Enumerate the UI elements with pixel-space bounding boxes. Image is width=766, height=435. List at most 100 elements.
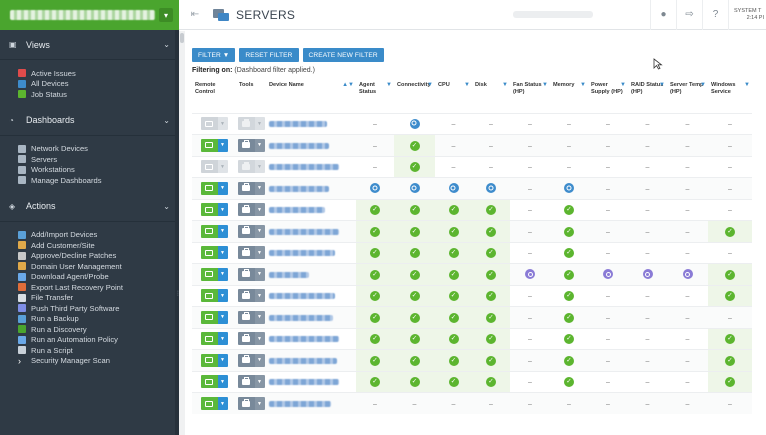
status-ok-icon[interactable]: ✓ <box>564 226 574 237</box>
status-ok-icon[interactable]: ✓ <box>564 334 574 345</box>
status-cell[interactable] <box>628 263 667 285</box>
status-ok-icon[interactable]: ✓ <box>370 269 380 280</box>
status-cell[interactable]: ✓ <box>550 198 588 221</box>
device-name-cell[interactable] <box>266 177 356 199</box>
status-ok-icon[interactable]: ✓ <box>486 205 496 216</box>
remote-control-button[interactable]: ▼ <box>200 203 228 217</box>
sidebar-item-manage-dashboards[interactable]: Manage Dashboards <box>0 175 179 186</box>
sidebar-item-active-issues[interactable]: Active Issues <box>0 68 179 79</box>
status-ok-icon[interactable]: ✓ <box>409 205 420 216</box>
table-row[interactable]: ▼ ▼ – – – – – – – – – <box>192 112 752 135</box>
reset-filter-button[interactable]: RESET FILTER <box>239 48 299 62</box>
remote-control-button[interactable]: ▼ <box>200 224 228 238</box>
sidebar-item-run-a-backup[interactable]: Run a Backup <box>0 314 179 325</box>
status-ok-icon[interactable]: ✓ <box>409 269 420 280</box>
column-header-agent-status[interactable]: Agent Status ▼ <box>356 78 394 113</box>
status-ok-icon[interactable]: ✓ <box>448 291 459 302</box>
status-cell[interactable]: ✓ <box>356 327 394 350</box>
chevron-down-icon[interactable]: ▼ <box>217 117 228 131</box>
device-name-link-blurred[interactable] <box>269 228 339 235</box>
status-ok-icon[interactable]: ✓ <box>564 377 574 388</box>
status-ok-icon[interactable]: ✓ <box>409 334 420 345</box>
tools-button[interactable]: ▼ <box>237 181 265 195</box>
status-cell[interactable] <box>356 177 394 199</box>
status-cell[interactable]: ✓ <box>394 349 435 371</box>
remote-control-button[interactable]: ▼ <box>200 375 228 389</box>
filter-funnel-icon[interactable]: ▼ <box>386 82 392 89</box>
status-ok-icon[interactable]: ✓ <box>725 291 735 302</box>
status-cell[interactable]: ✓ <box>472 306 510 328</box>
tools-button[interactable]: ▼ <box>237 224 265 238</box>
status-cell[interactable]: ✓ <box>435 349 472 371</box>
column-header-tools[interactable]: Tools <box>236 78 266 113</box>
device-name-link-blurred[interactable] <box>269 207 325 214</box>
status-pending-icon[interactable] <box>409 183 420 194</box>
status-ok-icon[interactable]: ✓ <box>486 377 496 388</box>
status-ok-icon[interactable]: ✓ <box>448 226 459 237</box>
status-cell[interactable]: ✓ <box>550 327 588 350</box>
device-name-cell[interactable] <box>266 241 356 264</box>
table-row[interactable]: ▼ ▼ ✓ ✓ ✓ ✓ – ✓ – – – ✓ <box>192 220 752 242</box>
filter-funnel-icon[interactable]: ▼ <box>700 82 706 89</box>
column-header-device-name[interactable]: Device Name ▲▼ <box>266 78 356 113</box>
status-ok-icon[interactable]: ✓ <box>564 291 574 302</box>
remote-control-button[interactable]: ▼ <box>200 397 228 410</box>
sidebar-item-run-a-discovery[interactable]: Run a Discovery <box>0 324 179 335</box>
status-ok-icon[interactable]: ✓ <box>370 312 380 323</box>
status-cell[interactable]: ✓ <box>394 220 435 242</box>
filter-funnel-icon[interactable]: ▼ <box>744 82 750 89</box>
content-scrollbar[interactable] <box>179 31 185 435</box>
sidebar-item-job-status[interactable]: Job Status <box>0 89 179 100</box>
remote-control-button[interactable]: ▼ <box>200 181 228 195</box>
status-ok-icon[interactable]: ✓ <box>564 312 574 323</box>
status-ok-icon[interactable]: ✓ <box>486 248 496 259</box>
status-ok-icon[interactable]: ✓ <box>370 205 380 216</box>
status-ok-icon[interactable]: ✓ <box>448 248 459 259</box>
sidebar-item-add-customer-site[interactable]: Add Customer/Site <box>0 240 179 251</box>
status-cell[interactable]: ✓ <box>550 370 588 393</box>
status-ok-icon[interactable]: ✓ <box>409 291 420 302</box>
status-cell[interactable] <box>550 177 588 199</box>
status-ok-icon[interactable]: ✓ <box>725 355 735 366</box>
status-pending-icon[interactable] <box>564 183 574 194</box>
table-row[interactable]: ▼ ▼ – ✓ – – – – – – – – <box>192 155 752 178</box>
chevron-down-icon[interactable]: ▼ <box>254 181 265 195</box>
chevron-down-icon[interactable]: ▼ <box>254 332 265 346</box>
remote-control-button[interactable]: ▼ <box>200 289 228 303</box>
status-ok-icon[interactable]: ✓ <box>486 291 496 302</box>
chevron-down-icon[interactable]: ▼ <box>254 203 265 217</box>
tools-button[interactable]: ▼ <box>237 332 265 346</box>
status-cell[interactable]: ✓ <box>550 284 588 307</box>
table-row[interactable]: ▼ ▼ ✓ ✓ ✓ ✓ – ✓ – – – – <box>192 306 752 328</box>
status-cell[interactable]: ✓ <box>472 241 510 264</box>
chevron-down-icon[interactable]: ▼ <box>254 310 265 324</box>
chevron-down-icon[interactable]: ▼ <box>254 117 265 131</box>
status-cell[interactable] <box>394 112 435 135</box>
chevron-down-icon[interactable]: ▼ <box>217 246 228 260</box>
status-cell[interactable]: ✓ <box>708 370 752 393</box>
filter-funnel-icon[interactable]: ▼ <box>464 82 470 89</box>
table-row[interactable]: ▼ ▼ ✓ ✓ ✓ ✓ – ✓ – – – ✓ <box>192 284 752 307</box>
status-pending-icon[interactable] <box>370 183 380 194</box>
device-name-cell[interactable] <box>266 284 356 307</box>
status-cell[interactable]: ✓ <box>472 284 510 307</box>
table-row[interactable]: ▼ ▼ – – – – – <box>192 177 752 199</box>
status-ok-icon[interactable]: ✓ <box>409 140 420 151</box>
status-cell[interactable]: ✓ <box>394 284 435 307</box>
status-cell[interactable]: ✓ <box>435 370 472 393</box>
device-name-link-blurred[interactable] <box>269 250 335 257</box>
chevron-down-icon[interactable]: ▼ <box>254 246 265 260</box>
status-ok-icon[interactable]: ✓ <box>370 355 380 366</box>
status-ok-icon[interactable]: ✓ <box>564 269 574 280</box>
sidebar-item-export-last-recovery-point[interactable]: Export Last Recovery Point <box>0 282 179 293</box>
status-cell[interactable]: ✓ <box>394 263 435 285</box>
status-cell[interactable]: ✓ <box>356 349 394 371</box>
device-name-cell[interactable] <box>266 370 356 393</box>
device-name-link-blurred[interactable] <box>269 400 331 407</box>
device-name-link-blurred[interactable] <box>269 314 333 321</box>
status-cell[interactable]: ✓ <box>435 284 472 307</box>
status-ok-icon[interactable]: ✓ <box>564 355 574 366</box>
sidebar-item-workstations[interactable]: Workstations <box>0 165 179 176</box>
column-header-connectivity[interactable]: Connectivity ▼ <box>394 78 435 113</box>
status-cell[interactable]: ✓ <box>550 263 588 285</box>
